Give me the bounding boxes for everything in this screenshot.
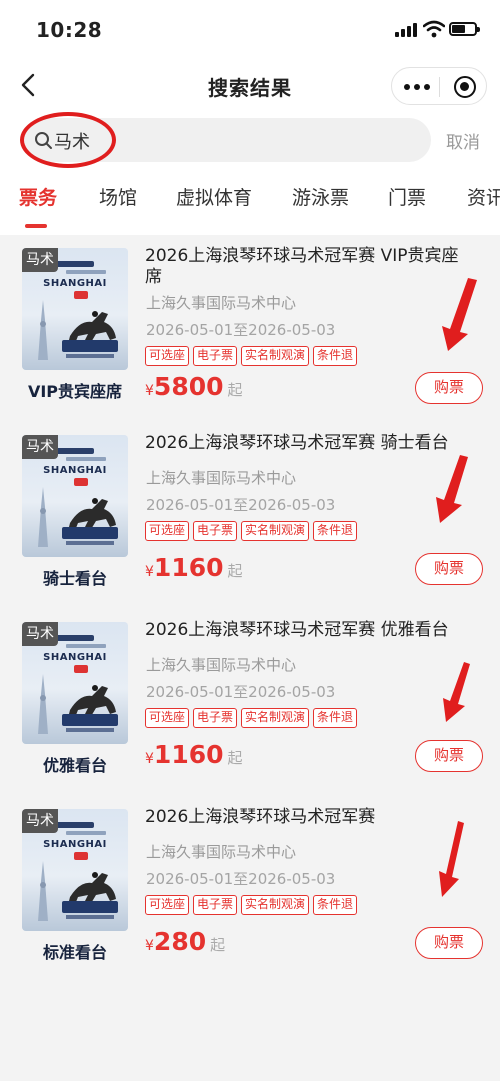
buy-ticket-button[interactable]: 购票 [415,927,483,959]
active-tab-indicator [25,224,47,228]
tag-selectable-seat: 可选座 [145,521,190,541]
result-card[interactable]: SHANGHAI 马术 优雅看台 2026上海浪琴环球马术冠军赛 优雅看台 上海… [0,614,500,794]
tag-conditional-refund: 条件退 [313,346,358,366]
tab-admission-tickets[interactable]: 门票 [388,183,426,210]
price: ¥1160 起 [145,553,243,582]
price: ¥1160 起 [145,740,243,769]
tag-real-name: 实名制观演 [241,521,310,541]
feature-tags: 可选座 电子票 实名制观演 条件退 [145,519,361,541]
buy-ticket-button[interactable]: 购票 [415,740,483,772]
red-arrow-annotation [443,662,470,722]
wifi-icon [423,20,445,38]
tag-selectable-seat: 可选座 [145,708,190,728]
search-input[interactable]: 马术 [24,118,431,162]
feature-tags: 可选座 电子票 实名制观演 条件退 [145,706,361,728]
tag-conditional-refund: 条件退 [313,521,358,541]
result-card[interactable]: SHANGHAI 马术 VIP贵宾座席 2026上海浪琴环球马术冠军赛 VIP贵… [0,240,500,420]
search-query: 马术 [54,132,90,153]
price: ¥5800 起 [145,372,243,401]
more-dots-icon[interactable] [404,84,430,90]
event-title[interactable]: 2026上海浪琴环球马术冠军赛 [145,807,475,828]
tab-tickets[interactable]: 票务 [19,183,57,210]
red-arrow-annotation [439,821,464,897]
buy-ticket-button[interactable]: 购票 [415,553,483,585]
event-date: 2026-05-01至2026-05-03 [146,870,336,888]
feature-tags: 可选座 电子票 实名制观演 条件退 [145,893,361,915]
price: ¥280 起 [145,927,226,956]
poster-caption: VIP贵宾座席 [27,382,123,401]
back-arrow-icon[interactable] [18,72,40,98]
close-target-icon[interactable] [454,76,476,98]
event-venue: 上海久事国际马术中心 [146,469,297,487]
battery-icon [449,22,480,36]
tag-selectable-seat: 可选座 [145,346,190,366]
search-icon [35,132,52,149]
tag-e-ticket: 电子票 [193,895,238,915]
red-arrow-annotation [442,278,477,351]
status-time: 10:28 [36,18,103,42]
tag-real-name: 实名制观演 [241,895,310,915]
event-venue: 上海久事国际马术中心 [146,656,297,674]
category-badge: 马术 [22,248,58,272]
nav-bar: 搜索结果 [0,60,500,110]
category-badge: 马术 [22,622,58,646]
cancel-button[interactable]: 取消 [446,128,480,153]
price-value: 5800 [153,372,224,401]
event-date: 2026-05-01至2026-05-03 [146,496,336,514]
poster-caption: 骑士看台 [42,569,107,588]
tab-news[interactable]: 资讯 [467,183,500,210]
price-value: 280 [153,927,207,956]
tag-selectable-seat: 可选座 [145,895,190,915]
price-value: 1160 [153,740,224,769]
tab-venues[interactable]: 场馆 [99,183,137,210]
status-bar: 10:28 [0,0,500,60]
poster-caption: 优雅看台 [42,756,107,775]
tag-real-name: 实名制观演 [241,708,310,728]
tab-virtual-sports[interactable]: 虚拟体育 [176,183,252,210]
poster-caption: 标准看台 [42,943,107,962]
event-date: 2026-05-01至2026-05-03 [146,683,336,701]
tag-real-name: 实名制观演 [241,346,310,366]
event-title[interactable]: 2026上海浪琴环球马术冠军赛 骑士看台 [145,433,475,454]
tag-conditional-refund: 条件退 [313,708,358,728]
tab-swimming-tickets[interactable]: 游泳票 [292,183,349,210]
result-card[interactable]: SHANGHAI 马术 骑士看台 2026上海浪琴环球马术冠军赛 骑士看台 上海… [0,427,500,607]
red-arrow-annotation [436,455,468,523]
feature-tags: 可选座 电子票 实名制观演 条件退 [145,344,361,366]
category-badge: 马术 [22,435,58,459]
category-badge: 马术 [22,809,58,833]
event-venue: 上海久事国际马术中心 [146,294,297,312]
tag-e-ticket: 电子票 [193,708,238,728]
tag-e-ticket: 电子票 [193,521,238,541]
result-card[interactable]: SHANGHAI 马术 标准看台 2026上海浪琴环球马术冠军赛 上海久事国际马… [0,801,500,981]
category-tabs: 票务 场馆 虚拟体育 游泳票 门票 资讯 [0,183,500,219]
header-area: 10:28 搜索结果 马术 取消 票务 场馆 虚拟体育 游泳票 门票 资讯 [0,0,500,235]
event-venue: 上海久事国际马术中心 [146,843,297,861]
mini-program-capsule [391,67,487,105]
cellular-signal-icon [395,23,419,37]
capsule-divider [439,77,440,97]
event-title[interactable]: 2026上海浪琴环球马术冠军赛 VIP贵宾座席 [145,246,475,288]
tag-conditional-refund: 条件退 [313,895,358,915]
event-title[interactable]: 2026上海浪琴环球马术冠军赛 优雅看台 [145,620,475,641]
tag-e-ticket: 电子票 [193,346,238,366]
event-date: 2026-05-01至2026-05-03 [146,321,336,339]
page-title: 搜索结果 [208,76,292,100]
buy-ticket-button[interactable]: 购票 [415,372,483,404]
price-value: 1160 [153,553,224,582]
